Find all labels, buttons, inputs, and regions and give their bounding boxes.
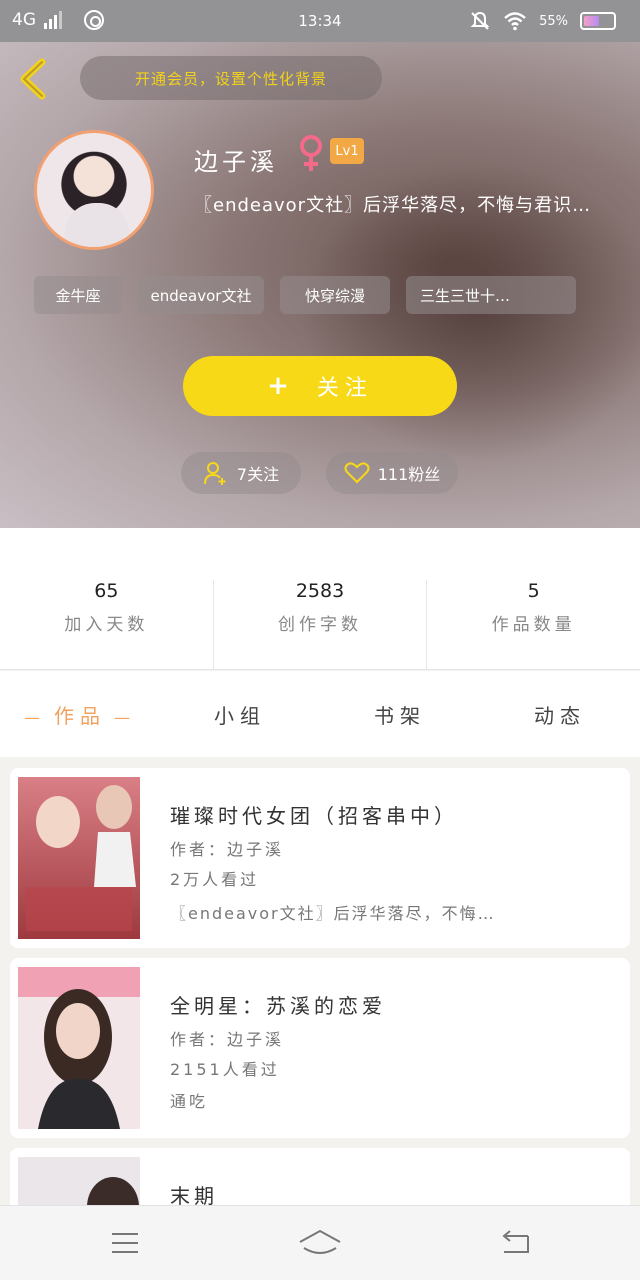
tab-groups[interactable]: 小组 xyxy=(160,700,320,729)
tag-item[interactable]: endeavor文社 xyxy=(138,276,264,314)
tab-bookshelf[interactable]: 书架 xyxy=(320,700,480,729)
work-status: 通吃 xyxy=(170,1092,209,1111)
avatar[interactable] xyxy=(34,130,154,250)
plus-icon: + xyxy=(267,371,295,401)
username: 边子溪 xyxy=(194,148,278,176)
profile-header: 开通会员，设置个性化背景 边子溪 Lv1 〖endeavor文社〗后浮华落尽，不… xyxy=(0,42,640,528)
heart-icon xyxy=(344,462,370,484)
work-title: 璀璨时代女团（招客串中） xyxy=(170,804,458,828)
stats-panel: 65 加入天数 2583 创作字数 5 作品数量 xyxy=(0,528,640,670)
tag-item[interactable]: 三生三世十… xyxy=(406,276,576,314)
stat-works-count: 5 作品数量 xyxy=(426,580,640,669)
back-arrow-icon[interactable] xyxy=(14,56,54,102)
home-icon[interactable] xyxy=(298,1228,342,1258)
book-cover-image xyxy=(18,967,140,1129)
list-item[interactable]: 全明星：苏溪的恋爱 作者：边子溪 2151人看过 通吃 xyxy=(10,958,630,1138)
list-item[interactable]: 璀璨时代女团（招客串中） 作者：边子溪 2万人看过 〖endeavor文社〗后浮… xyxy=(10,768,630,948)
vip-background-banner[interactable]: 开通会员，设置个性化背景 xyxy=(80,56,382,100)
wifi-icon xyxy=(504,12,526,31)
stat-value: 65 xyxy=(94,580,119,602)
follow-button-label: 关注 xyxy=(316,376,373,401)
following-count: 7关注 xyxy=(236,465,280,484)
profile-tabs: 作品 小组 书架 动态 xyxy=(0,671,640,757)
mute-bell-icon xyxy=(470,11,490,30)
back-icon[interactable] xyxy=(498,1228,532,1258)
works-list: 璀璨时代女团（招客串中） 作者：边子溪 2万人看过 〖endeavor文社〗后浮… xyxy=(10,768,630,1238)
work-author: 作者：边子溪 xyxy=(170,840,285,859)
system-nav-bar xyxy=(0,1205,640,1280)
menu-icon[interactable] xyxy=(110,1228,140,1258)
stat-word-count: 2583 创作字数 xyxy=(212,580,427,669)
female-gender-icon xyxy=(300,135,322,171)
tag-item[interactable]: 快穿综漫 xyxy=(280,276,390,314)
following-button[interactable]: 7关注 xyxy=(181,452,301,494)
fans-button[interactable]: 111粉丝 xyxy=(326,452,458,494)
battery-percent: 55% xyxy=(539,13,568,29)
work-title: 全明星：苏溪的恋爱 xyxy=(170,994,386,1018)
level-badge: Lv1 xyxy=(330,138,364,164)
fans-count: 111粉丝 xyxy=(377,465,441,484)
work-summary: 〖endeavor文社〗后浮华落尽，不悔… xyxy=(170,904,496,923)
add-user-icon xyxy=(203,462,226,485)
stat-label: 加入天数 xyxy=(64,615,149,635)
book-cover-image xyxy=(18,777,140,939)
stat-days-joined: 65 加入天数 xyxy=(0,580,213,669)
status-bar: 4G 13:34 55% xyxy=(0,0,640,42)
tab-activity[interactable]: 动态 xyxy=(480,700,640,729)
follow-button[interactable]: + 关注 xyxy=(183,356,457,416)
tag-item[interactable]: 金牛座 xyxy=(34,276,122,314)
work-author: 作者：边子溪 xyxy=(170,1030,285,1049)
stat-value: 5 xyxy=(527,580,540,602)
tab-works[interactable]: 作品 xyxy=(0,700,160,729)
user-bio: 〖endeavor文社〗后浮华落尽，不悔与君识… xyxy=(194,195,592,216)
stat-value: 2583 xyxy=(295,580,345,602)
stat-label: 创作字数 xyxy=(278,615,362,635)
work-reads: 2151人看过 xyxy=(170,1060,280,1079)
tag-list: 金牛座 endeavor文社 快穿综漫 三生三世十… xyxy=(34,276,576,314)
battery-icon xyxy=(580,12,616,30)
work-reads: 2万人看过 xyxy=(170,870,260,889)
stat-label: 作品数量 xyxy=(491,615,576,635)
